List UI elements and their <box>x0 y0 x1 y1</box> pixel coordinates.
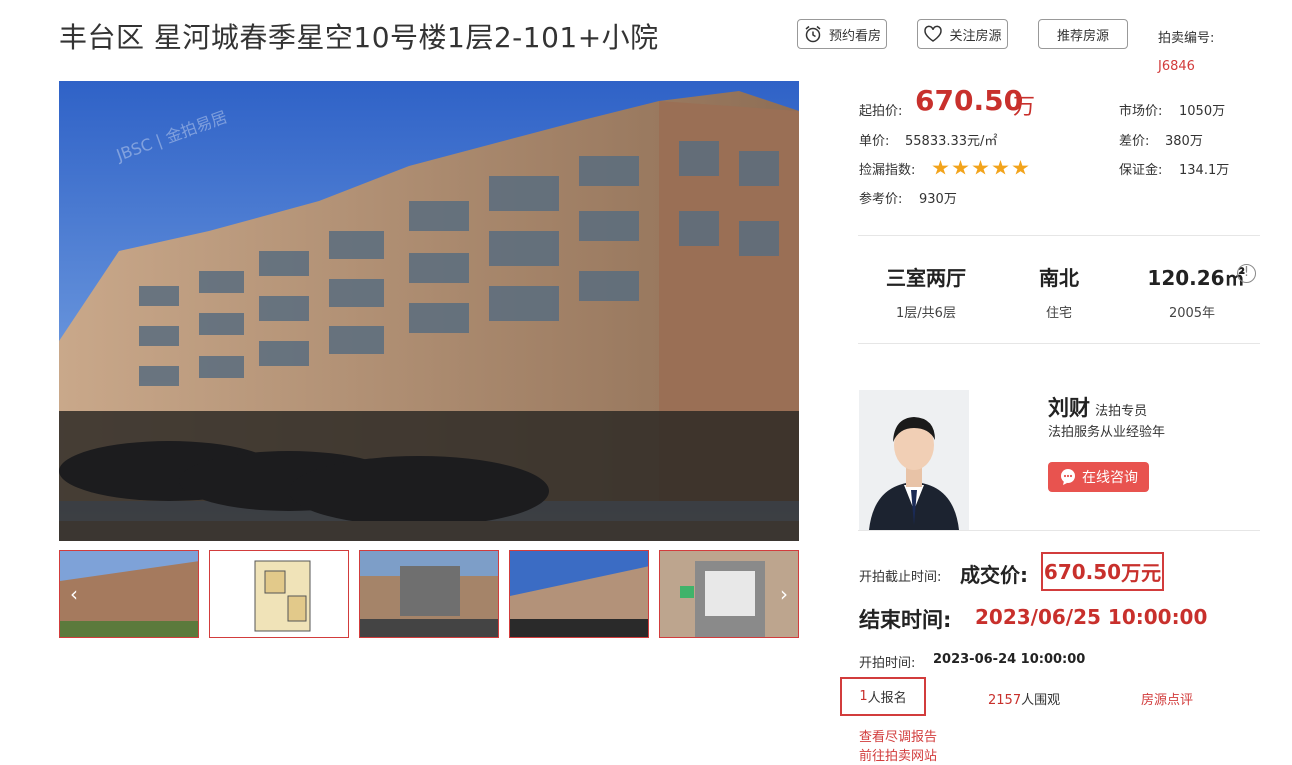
spec-usage: 住宅 <box>1045 306 1072 321</box>
deposit-value: 134.1万 <box>1179 163 1230 178</box>
prev-arrow-icon[interactable]: ‹ <box>63 581 85 607</box>
divider <box>858 530 1260 531</box>
alarm-clock-icon <box>805 25 821 43</box>
deal-price-label: 成交价: <box>960 563 1028 587</box>
book-visit-button[interactable]: 预约看房 <box>797 19 887 49</box>
unit-price-label: 单价: <box>859 134 890 149</box>
bargain-index-label: 捡漏指数: <box>859 163 916 178</box>
deadline-label: 开拍截止时间: <box>859 570 942 585</box>
due-diligence-report-link[interactable]: 查看尽调报告 <box>859 726 937 745</box>
reference-price-label: 参考价: <box>859 192 903 207</box>
star-icon <box>952 160 969 175</box>
agent-name-row: 刘财 法拍专员 <box>1048 392 1147 422</box>
agent-name: 刘财 <box>1048 396 1090 420</box>
end-time-label: 结束时间: <box>859 608 952 632</box>
divider <box>858 343 1260 344</box>
unit-price-value: 55833.33元/㎡ <box>905 134 998 149</box>
end-time-value: 2023/06/25 10:00:00 <box>975 605 1208 629</box>
info-icon[interactable]: ! <box>1237 264 1256 283</box>
market-price-label: 市场价: <box>1119 104 1163 119</box>
thumbnail[interactable] <box>209 550 349 638</box>
deposit-label: 保证金: <box>1119 163 1163 178</box>
chat-icon <box>1061 469 1075 485</box>
lot-number-label: 拍卖编号: <box>1158 31 1215 46</box>
divider <box>858 235 1260 236</box>
thumbnail[interactable] <box>359 550 499 638</box>
spec-floor: 1层/共6层 <box>896 306 956 321</box>
start-time-label: 开拍时间: <box>859 656 916 671</box>
signup-label: 人报名 <box>867 691 907 706</box>
signup-count-box[interactable]: 1 人报名 <box>840 677 926 716</box>
property-review-link[interactable]: 房源点评 <box>1141 689 1193 708</box>
heart-icon <box>924 25 943 42</box>
thumbnail[interactable] <box>509 550 649 638</box>
price-diff-label: 差价: <box>1119 134 1150 149</box>
next-arrow-icon[interactable]: › <box>773 581 795 607</box>
spec-orientation: 南北 <box>1039 266 1079 290</box>
recommend-button[interactable]: 推荐房源 <box>1038 19 1128 49</box>
price-diff-value: 380万 <box>1165 134 1203 149</box>
deal-price-box: 670.50 万元 <box>1041 552 1164 591</box>
spec-layout: 三室两厅 <box>886 266 966 290</box>
page-title: 丰台区 星河城春季星空10号楼1层2-101+小院 <box>59 21 659 54</box>
star-icon <box>992 160 1009 175</box>
viewers-label: 人围观 <box>1021 693 1061 708</box>
agent-experience: 法拍服务从业经验年 <box>1048 425 1166 440</box>
start-price-label: 起拍价: <box>859 104 903 119</box>
star-icon <box>972 160 989 175</box>
agent-photo <box>859 390 969 530</box>
reference-price-value: 930万 <box>919 192 957 207</box>
recommend-label: 推荐房源 <box>1056 28 1109 44</box>
viewers: 2157人围观 <box>988 689 1060 708</box>
start-time-value: 2023-06-24 10:00:00 <box>933 652 1086 667</box>
star-icon <box>932 160 949 175</box>
start-price-unit: 万 <box>1013 95 1036 120</box>
main-photo[interactable]: JBSC | 金拍易居 <box>59 81 799 541</box>
star-icon <box>1012 160 1029 175</box>
deal-price-value: 670.50 <box>1043 559 1122 584</box>
start-price-value: 670.50 <box>915 84 1024 117</box>
auction-site-link[interactable]: 前往拍卖网站 <box>859 745 937 764</box>
follow-button[interactable]: 关注房源 <box>917 19 1008 49</box>
bargain-index-stars <box>932 160 1032 180</box>
online-consult-label: 在线咨询 <box>1082 470 1138 486</box>
viewers-count: 2157 <box>988 693 1022 708</box>
agent-role: 法拍专员 <box>1095 404 1148 419</box>
market-price-value: 1050万 <box>1179 104 1226 119</box>
book-visit-label: 预约看房 <box>828 28 881 44</box>
follow-label: 关注房源 <box>949 28 1002 44</box>
online-consult-button[interactable]: 在线咨询 <box>1048 462 1149 492</box>
spec-year: 2005年 <box>1168 306 1216 321</box>
signup-count: 1 <box>859 689 868 704</box>
deal-price-unit: 万元 <box>1121 561 1162 585</box>
lot-number: J6846 <box>1158 59 1195 74</box>
